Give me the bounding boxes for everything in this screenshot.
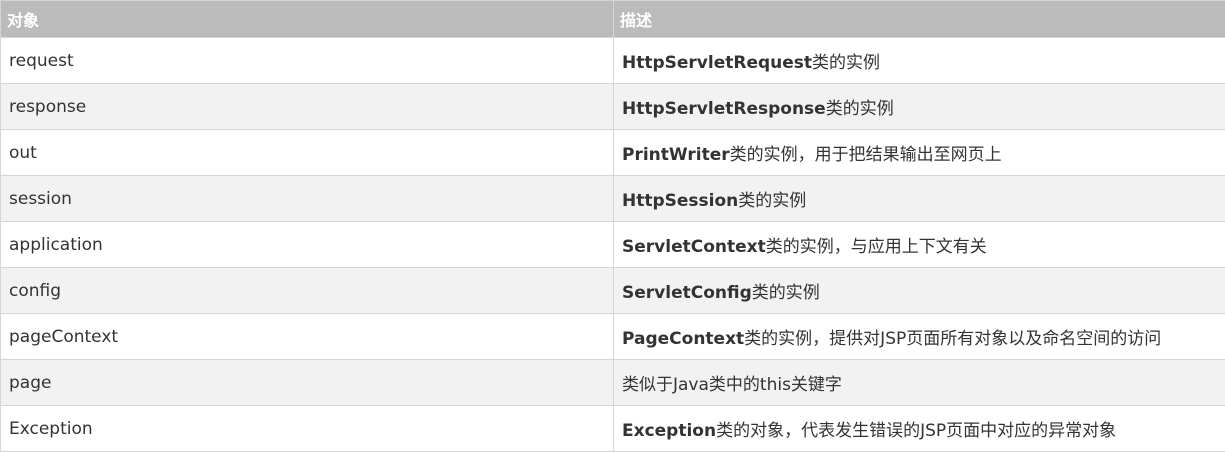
- object-cell: out: [0, 129, 614, 176]
- class-name: Exception: [622, 421, 717, 441]
- table-row: session HttpSession类的实例: [0, 175, 1225, 222]
- description-text: 类的实例，用于把结果输出至网页上: [729, 145, 1002, 165]
- description-text: 类的实例: [738, 191, 807, 211]
- description-cell: HttpServletResponse类的实例: [613, 83, 1225, 130]
- jsp-implicit-objects-table: 对象 描述 request HttpServletRequest类的实例 res…: [0, 0, 1225, 452]
- description-cell: HttpServletRequest类的实例: [613, 37, 1225, 84]
- object-cell: session: [0, 175, 614, 222]
- table-row: out PrintWriter类的实例，用于把结果输出至网页上: [0, 129, 1225, 176]
- description-cell: PrintWriter类的实例，用于把结果输出至网页上: [613, 129, 1225, 176]
- description-text: 类的对象，代表发生错误的JSP页面中对应的异常对象: [716, 421, 1117, 441]
- object-cell: response: [0, 83, 614, 130]
- class-name: ServletConfig: [622, 283, 752, 303]
- class-name: PrintWriter: [622, 145, 730, 165]
- header-object: 对象: [0, 0, 614, 38]
- object-cell: application: [0, 221, 614, 268]
- object-cell: page: [0, 359, 614, 406]
- description-cell: Exception类的对象，代表发生错误的JSP页面中对应的异常对象: [613, 405, 1225, 452]
- class-name: HttpServletRequest: [622, 53, 813, 73]
- table-row: Exception Exception类的对象，代表发生错误的JSP页面中对应的…: [0, 405, 1225, 452]
- object-cell: pageContext: [0, 313, 614, 360]
- class-name: HttpSession: [622, 191, 739, 211]
- class-name: PageContext: [622, 329, 745, 349]
- description-cell: ServletContext类的实例，与应用上下文有关: [613, 221, 1225, 268]
- table-row: config ServletConfig类的实例: [0, 267, 1225, 314]
- table-row: page 类似于Java类中的this关键字: [0, 359, 1225, 406]
- description-text: 类的实例，提供对JSP页面所有对象以及命名空间的访问: [744, 329, 1162, 349]
- description-cell: PageContext类的实例，提供对JSP页面所有对象以及命名空间的访问: [613, 313, 1225, 360]
- object-cell: request: [0, 37, 614, 84]
- table-header-row: 对象 描述: [0, 0, 1225, 38]
- table-row: request HttpServletRequest类的实例: [0, 37, 1225, 84]
- description-cell: ServletConfig类的实例: [613, 267, 1225, 314]
- description-cell: 类似于Java类中的this关键字: [613, 359, 1225, 406]
- object-cell: config: [0, 267, 614, 314]
- description-text: 类似于Java类中的this关键字: [622, 375, 842, 395]
- description-text: 类的实例: [812, 53, 881, 73]
- class-name: HttpServletResponse: [622, 99, 826, 119]
- table-row: application ServletContext类的实例，与应用上下文有关: [0, 221, 1225, 268]
- class-name: ServletContext: [622, 237, 766, 257]
- table-row: pageContext PageContext类的实例，提供对JSP页面所有对象…: [0, 313, 1225, 360]
- description-text: 类的实例，与应用上下文有关: [765, 237, 987, 257]
- description-text: 类的实例: [751, 283, 820, 303]
- table-row: response HttpServletResponse类的实例: [0, 83, 1225, 130]
- description-cell: HttpSession类的实例: [613, 175, 1225, 222]
- header-description: 描述: [613, 0, 1225, 38]
- object-cell: Exception: [0, 405, 614, 452]
- description-text: 类的实例: [825, 99, 894, 119]
